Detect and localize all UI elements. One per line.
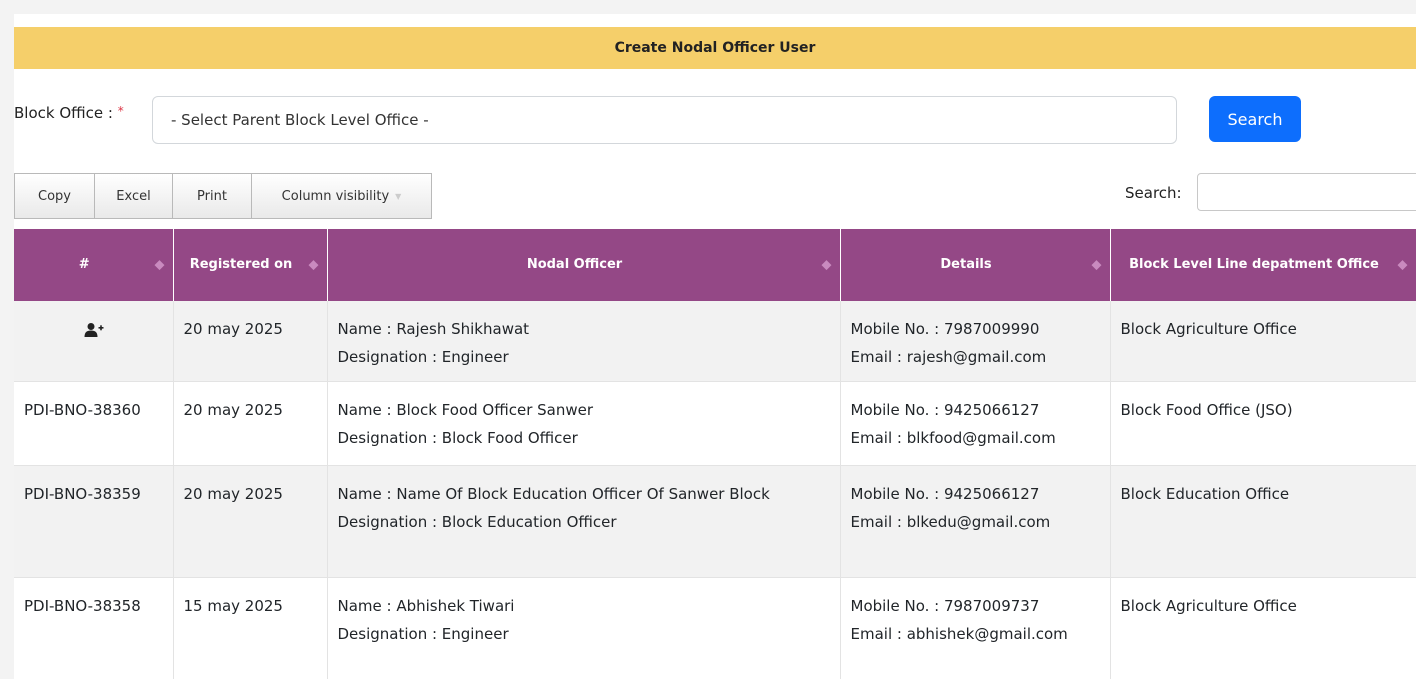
registered-cell: 20 may 2025	[173, 381, 328, 466]
table-row: PDI-BNO-38358 15 may 2025 Name : Abhishe…	[14, 577, 1416, 679]
nodal-officer-cell: Name : Name Of Block Education Officer O…	[327, 465, 841, 578]
column-header-label: Nodal Officer	[526, 257, 623, 272]
officer-mobile: Mobile No. : 9425066127	[850, 485, 1040, 503]
print-button[interactable]: Print	[172, 173, 252, 219]
block-office-label: Block Office : *	[14, 104, 124, 122]
officer-email: Email : blkfood@gmail.com	[850, 429, 1056, 447]
table-header-row: # ◆ Registered on ◆ Nodal Officer ◆ Deta…	[14, 229, 1416, 301]
main-panel: Create Nodal Officer User Block Office :…	[14, 14, 1416, 679]
caret-down-icon: ▼	[395, 191, 402, 201]
nodal-officer-cell: Name : Rajesh Shikhawat Designation : En…	[327, 301, 841, 382]
column-header-label: Block Level Line depatment Office	[1129, 257, 1379, 272]
table-row: PDI-BNO-38359 20 may 2025 Name : Name Of…	[14, 465, 1416, 578]
column-header-nodal-officer[interactable]: Nodal Officer ◆	[327, 229, 841, 301]
page-title: Create Nodal Officer User	[14, 27, 1416, 69]
sort-icon: ◆	[308, 257, 319, 273]
column-visibility-label: Column visibility	[281, 188, 390, 204]
export-button-group: Copy Excel Print Column visibility ▼	[14, 173, 432, 219]
row-id-cell: PDI-BNO-38360	[14, 381, 174, 466]
table-search-label: Search:	[1125, 184, 1182, 202]
officer-email: Email : abhishek@gmail.com	[850, 625, 1068, 643]
sort-icon: ◆	[154, 257, 165, 273]
officer-email: Email : blkedu@gmail.com	[850, 513, 1051, 531]
search-button[interactable]: Search	[1209, 96, 1301, 142]
officer-email: Email : rajesh@gmail.com	[850, 348, 1047, 366]
block-office-select[interactable]: - Select Parent Block Level Office -	[152, 96, 1177, 144]
officer-designation: Designation : Engineer	[337, 625, 509, 643]
office-cell: Block Food Office (JSO)	[1110, 381, 1416, 466]
registered-cell: 20 may 2025	[173, 301, 328, 382]
nodal-officer-cell: Name : Block Food Officer Sanwer Designa…	[327, 381, 841, 466]
column-header-details[interactable]: Details ◆	[840, 229, 1111, 301]
office-cell: Block Agriculture Office	[1110, 301, 1416, 382]
officer-mobile: Mobile No. : 7987009990	[850, 320, 1040, 338]
copy-button[interactable]: Copy	[14, 173, 95, 219]
row-id-cell	[14, 301, 174, 382]
table-row: PDI-BNO-38360 20 may 2025 Name : Block F…	[14, 381, 1416, 466]
registered-cell: 15 may 2025	[173, 577, 328, 679]
print-button-label: Print	[197, 188, 227, 204]
column-header-office[interactable]: Block Level Line depatment Office ◆	[1110, 229, 1416, 301]
officer-name: Name : Name Of Block Education Officer O…	[337, 485, 770, 503]
table-search-input[interactable]	[1197, 173, 1416, 211]
excel-button-label: Excel	[116, 188, 151, 204]
column-header-label: #	[78, 257, 90, 272]
office-cell: Block Education Office	[1110, 465, 1416, 578]
officer-designation: Designation : Engineer	[337, 348, 509, 366]
office-cell: Block Agriculture Office	[1110, 577, 1416, 679]
registered-cell: 20 may 2025	[173, 465, 328, 578]
column-header-registered[interactable]: Registered on ◆	[173, 229, 328, 301]
required-mark: *	[117, 104, 124, 118]
sort-icon: ◆	[1091, 257, 1102, 273]
details-cell: Mobile No. : 7987009737 Email : abhishek…	[840, 577, 1111, 679]
sort-icon: ◆	[821, 257, 832, 273]
copy-button-label: Copy	[38, 188, 71, 204]
officer-designation: Designation : Block Food Officer	[337, 429, 578, 447]
details-cell: Mobile No. : 7987009990 Email : rajesh@g…	[840, 301, 1111, 382]
excel-button[interactable]: Excel	[94, 173, 173, 219]
row-id-cell: PDI-BNO-38359	[14, 465, 174, 578]
officer-mobile: Mobile No. : 9425066127	[850, 401, 1040, 419]
column-header-number[interactable]: # ◆	[14, 229, 174, 301]
table-row: 20 may 2025 Name : Rajesh Shikhawat Desi…	[14, 301, 1416, 382]
column-header-label: Registered on	[189, 257, 293, 272]
row-id-cell: PDI-BNO-38358	[14, 577, 174, 679]
nodal-officer-table: # ◆ Registered on ◆ Nodal Officer ◆ Deta…	[14, 229, 1416, 679]
add-user-icon[interactable]	[84, 320, 104, 338]
officer-designation: Designation : Block Education Officer	[337, 513, 617, 531]
details-cell: Mobile No. : 9425066127 Email : blkedu@g…	[840, 465, 1111, 578]
column-header-label: Details	[940, 257, 992, 272]
officer-mobile: Mobile No. : 7987009737	[850, 597, 1040, 615]
nodal-officer-cell: Name : Abhishek Tiwari Designation : Eng…	[327, 577, 841, 679]
details-cell: Mobile No. : 9425066127 Email : blkfood@…	[840, 381, 1111, 466]
officer-name: Name : Block Food Officer Sanwer	[337, 401, 594, 419]
column-visibility-button[interactable]: Column visibility ▼	[251, 173, 432, 219]
sort-icon: ◆	[1397, 257, 1408, 273]
block-office-select-value: - Select Parent Block Level Office -	[171, 111, 429, 129]
officer-name: Name : Abhishek Tiwari	[337, 597, 515, 615]
officer-name: Name : Rajesh Shikhawat	[337, 320, 530, 338]
block-office-label-text: Block Office :	[14, 104, 113, 122]
